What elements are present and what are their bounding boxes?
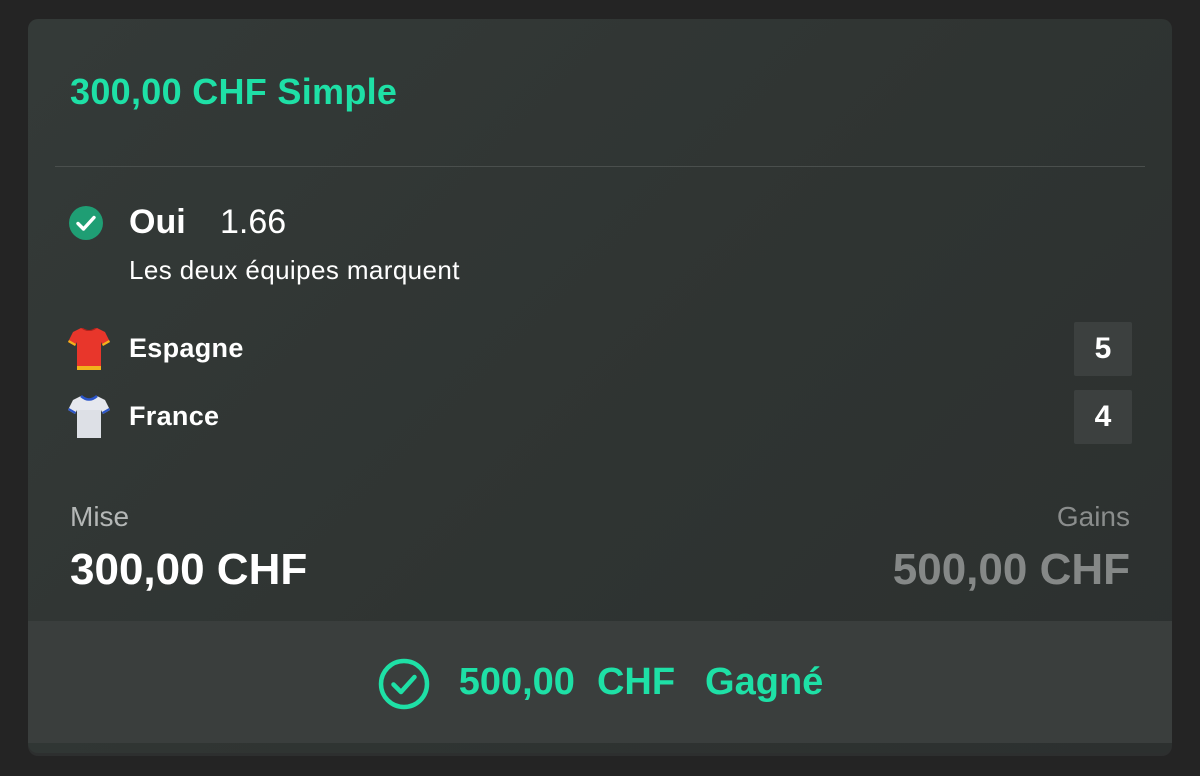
jersey-white-icon bbox=[68, 395, 110, 438]
team-row-france: France 4 bbox=[68, 390, 1132, 444]
selection-name: Oui bbox=[129, 203, 186, 241]
selection-odds: 1.66 bbox=[220, 203, 287, 241]
bet-card[interactable]: 300,00 CHF Simple Oui 1.66 Les deux équi… bbox=[28, 19, 1172, 753]
team-row-espagne: Espagne 5 bbox=[68, 322, 1132, 376]
team-score: 4 bbox=[1074, 390, 1132, 444]
team-name: Espagne bbox=[129, 333, 244, 363]
bet-title: 300,00 CHF Simple bbox=[70, 71, 398, 112]
result-status: Gagné bbox=[705, 660, 824, 703]
result-amount: 500,00 bbox=[458, 660, 575, 703]
divider bbox=[55, 166, 1145, 167]
jersey-red-icon bbox=[68, 328, 110, 370]
market-name: Les deux équipes marquent bbox=[129, 255, 460, 285]
check-circle-outline-icon bbox=[378, 658, 429, 710]
stake-label: Mise bbox=[70, 501, 130, 532]
team-score: 5 bbox=[1074, 322, 1132, 376]
team-name: France bbox=[129, 401, 220, 431]
result-currency: CHF bbox=[596, 660, 676, 703]
result-banner: 500,00 CHF Gagné bbox=[28, 621, 1172, 743]
gains-value: 500,00 CHF bbox=[892, 545, 1130, 594]
stake-value: 300,00 CHF bbox=[70, 545, 308, 594]
check-circle-filled-icon bbox=[69, 206, 103, 240]
gains-label: Gains bbox=[1056, 501, 1130, 532]
